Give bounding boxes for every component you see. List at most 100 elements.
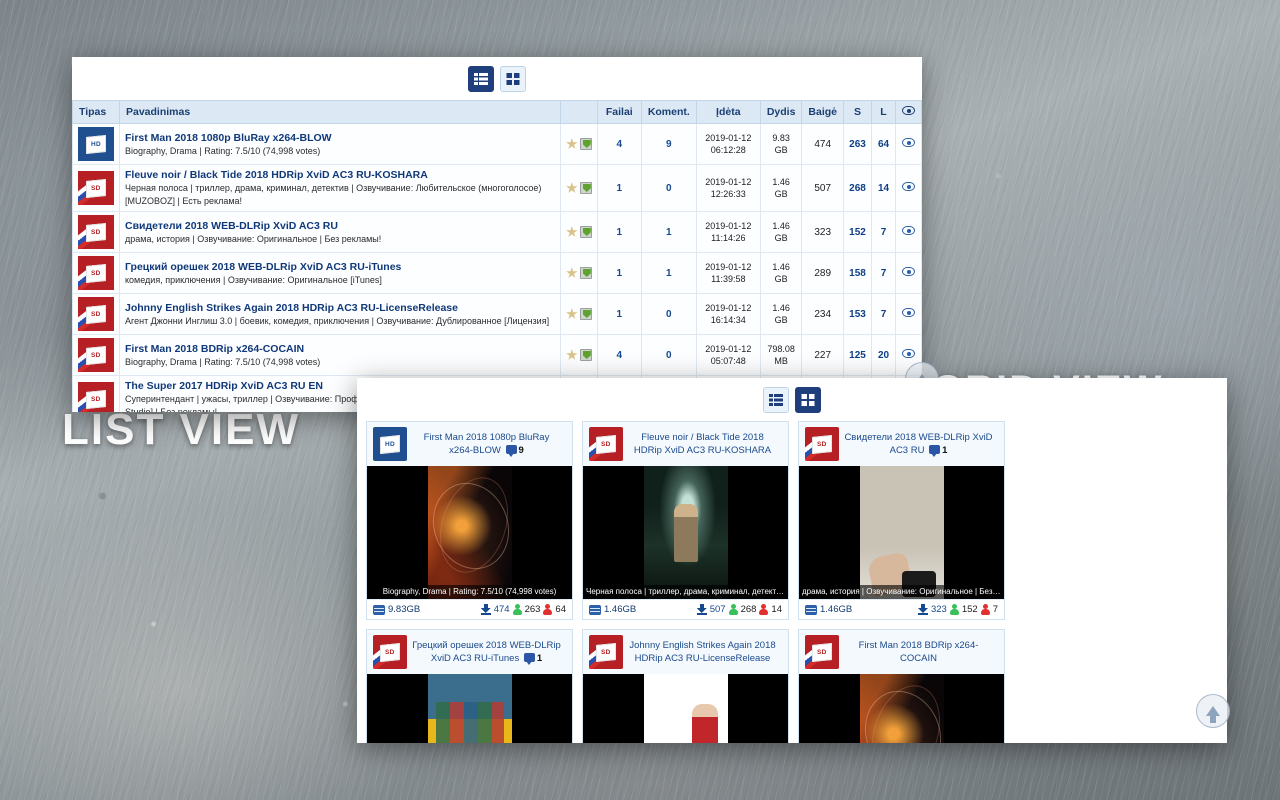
card-header: SD First Man 2018 BDRip x264-COCAIN bbox=[799, 630, 1004, 674]
card-downloads: 474 bbox=[493, 604, 510, 615]
column-header-seeders[interactable]: S bbox=[843, 100, 872, 124]
scroll-to-top-button-grid[interactable] bbox=[1196, 694, 1230, 728]
favorite-star-icon[interactable] bbox=[566, 308, 578, 319]
quality-icon: SD bbox=[812, 434, 832, 454]
cell-preview[interactable] bbox=[895, 293, 922, 335]
torrent-title[interactable]: Fleuve noir / Black Tide 2018 HDRip XviD… bbox=[125, 168, 555, 182]
column-header-type[interactable]: Tipas bbox=[72, 100, 120, 124]
torrent-card[interactable]: SD Johnny English Strikes Again 2018 HDRi… bbox=[582, 629, 789, 743]
torrent-card[interactable]: SD Fleuve noir / Black Tide 2018 HDRip Xv… bbox=[582, 421, 789, 620]
card-title[interactable]: First Man 2018 1080p BluRay x264-BLOW 9 bbox=[407, 431, 566, 457]
table-row[interactable]: SD Грецкий орешек 2018 WEB-DLRip XviD AC3… bbox=[72, 252, 922, 294]
leecher-icon bbox=[980, 604, 990, 615]
type-badge-sd: SD bbox=[78, 215, 114, 249]
eye-icon[interactable] bbox=[902, 308, 915, 317]
download-icon[interactable] bbox=[579, 182, 592, 194]
table-header: Tipas Pavadinimas Failai Koment. Įdėta D… bbox=[72, 100, 922, 124]
torrent-card[interactable]: SD Свидетели 2018 WEB-DLRip XviD AC3 RU 1… bbox=[798, 421, 1005, 620]
download-icon[interactable] bbox=[579, 308, 592, 320]
torrent-card[interactable]: HD First Man 2018 1080p BluRay x264-BLOW … bbox=[366, 421, 573, 620]
torrent-title[interactable]: Johnny English Strikes Again 2018 HDRip … bbox=[125, 301, 555, 315]
eye-icon[interactable] bbox=[902, 138, 915, 147]
column-header-name[interactable]: Pavadinimas bbox=[119, 100, 561, 124]
list-view-toggle-button[interactable] bbox=[468, 66, 494, 92]
column-header-added[interactable]: Įdėta bbox=[695, 100, 761, 124]
row-name-cell[interactable]: Свидетели 2018 WEB-DLRip XviD AC3 RU драм… bbox=[119, 211, 561, 253]
favorite-star-icon[interactable] bbox=[566, 267, 578, 278]
type-badge-sd: SD bbox=[805, 635, 839, 669]
download-icon[interactable] bbox=[579, 226, 592, 238]
list-view-toggle-button-grid-panel[interactable] bbox=[763, 387, 789, 413]
grid-view-toggle-button-grid-panel[interactable] bbox=[795, 387, 821, 413]
comment-count: 9 bbox=[518, 445, 524, 456]
card-title[interactable]: Свидетели 2018 WEB-DLRip XviD AC3 RU 1 bbox=[839, 431, 998, 457]
download-icon[interactable] bbox=[579, 138, 592, 150]
cell-preview[interactable] bbox=[895, 164, 922, 212]
card-size: 1.46GB bbox=[820, 604, 853, 615]
card-stats-group: 323 152 7 bbox=[917, 604, 998, 615]
row-actions-cell[interactable] bbox=[559, 211, 598, 253]
favorite-star-icon[interactable] bbox=[566, 226, 578, 237]
cell-preview[interactable] bbox=[895, 252, 922, 294]
eye-icon[interactable] bbox=[902, 267, 915, 276]
row-name-cell[interactable]: First Man 2018 1080p BluRay x264-BLOW Bio… bbox=[119, 123, 561, 165]
torrent-title[interactable]: First Man 2018 BDRip x264-COCAIN bbox=[125, 342, 555, 356]
cell-files: 1 bbox=[596, 293, 642, 335]
cell-comments: 0 bbox=[640, 164, 697, 212]
table-row[interactable]: SD First Man 2018 BDRip x264-COCAIN Biogra… bbox=[72, 334, 922, 376]
column-header-size[interactable]: Dydis bbox=[759, 100, 803, 124]
table-row[interactable]: SD Johnny English Strikes Again 2018 HDRi… bbox=[72, 293, 922, 335]
poster-container[interactable]: Biography, Drama | Rating: 7.5/10 (74,99… bbox=[367, 466, 572, 599]
torrent-title[interactable]: First Man 2018 1080p BluRay x264-BLOW bbox=[125, 131, 555, 145]
quality-icon: SD bbox=[596, 642, 616, 662]
card-title[interactable]: Грецкий орешек 2018 WEB-DLRip XviD AC3 R… bbox=[407, 639, 566, 665]
column-header-files[interactable]: Failai bbox=[596, 100, 642, 124]
torrent-card[interactable]: SD Грецкий орешек 2018 WEB-DLRip XviD AC3… bbox=[366, 629, 573, 743]
row-actions-cell[interactable] bbox=[559, 334, 598, 376]
poster-container[interactable] bbox=[583, 674, 788, 743]
card-title[interactable]: Fleuve noir / Black Tide 2018 HDRip XviD… bbox=[623, 431, 782, 457]
poster-container[interactable] bbox=[799, 674, 1004, 743]
poster-container[interactable]: комедия, приключения | Озвучивание: Ориг… bbox=[367, 674, 572, 743]
row-actions-cell[interactable] bbox=[559, 252, 598, 294]
favorite-star-icon[interactable] bbox=[566, 182, 578, 193]
table-row[interactable]: HD First Man 2018 1080p BluRay x264-BLOW B… bbox=[72, 123, 922, 165]
cell-preview[interactable] bbox=[895, 123, 922, 165]
cell-preview[interactable] bbox=[895, 211, 922, 253]
download-arrow-icon bbox=[480, 604, 491, 615]
grid-view-toggle-button[interactable] bbox=[500, 66, 526, 92]
torrent-title[interactable]: Свидетели 2018 WEB-DLRip XviD AC3 RU bbox=[125, 219, 555, 233]
row-actions-cell[interactable] bbox=[559, 123, 598, 165]
column-header-completed[interactable]: Baigė bbox=[801, 100, 844, 124]
card-title[interactable]: First Man 2018 BDRip x264-COCAIN bbox=[839, 639, 998, 665]
table-row[interactable]: SD Fleuve noir / Black Tide 2018 HDRip Xv… bbox=[72, 164, 922, 212]
eye-icon[interactable] bbox=[902, 182, 915, 191]
row-type-cell: SD bbox=[72, 375, 120, 412]
row-name-cell[interactable]: Fleuve noir / Black Tide 2018 HDRip XviD… bbox=[119, 164, 561, 212]
row-name-cell[interactable]: First Man 2018 BDRip x264-COCAIN Biograph… bbox=[119, 334, 561, 376]
table-row[interactable]: SD Свидетели 2018 WEB-DLRip XviD AC3 RU др… bbox=[72, 211, 922, 253]
download-icon[interactable] bbox=[579, 349, 592, 361]
torrent-card[interactable]: SD First Man 2018 BDRip x264-COCAIN bbox=[798, 629, 1005, 743]
row-actions-cell[interactable] bbox=[559, 293, 598, 335]
eye-icon[interactable] bbox=[902, 226, 915, 235]
poster-container[interactable]: Черная полоса | триллер, драма, криминал… bbox=[583, 466, 788, 599]
row-name-cell[interactable]: Грецкий орешек 2018 WEB-DLRip XviD AC3 R… bbox=[119, 252, 561, 294]
card-title[interactable]: Johnny English Strikes Again 2018 HDRip … bbox=[623, 639, 782, 665]
eye-icon[interactable] bbox=[902, 349, 915, 358]
column-header-views[interactable] bbox=[895, 100, 922, 124]
column-header-leechers[interactable]: L bbox=[871, 100, 896, 124]
quality-icon: SD bbox=[86, 345, 106, 365]
torrent-title[interactable]: Грецкий орешек 2018 WEB-DLRip XviD AC3 R… bbox=[125, 260, 555, 274]
cell-comments: 1 bbox=[640, 211, 697, 253]
poster-image bbox=[859, 466, 944, 599]
card-footer: 9.83GB 474 263 64 bbox=[367, 599, 572, 619]
row-actions-cell[interactable] bbox=[559, 164, 598, 212]
favorite-star-icon[interactable] bbox=[566, 349, 578, 360]
favorite-star-icon[interactable] bbox=[566, 138, 578, 149]
column-header-comments[interactable]: Koment. bbox=[640, 100, 697, 124]
cell-seeders: 263 bbox=[843, 123, 872, 165]
row-name-cell[interactable]: Johnny English Strikes Again 2018 HDRip … bbox=[119, 293, 561, 335]
poster-container[interactable]: драма, история | Озвучивание: Оригинальн… bbox=[799, 466, 1004, 599]
download-icon[interactable] bbox=[579, 267, 592, 279]
